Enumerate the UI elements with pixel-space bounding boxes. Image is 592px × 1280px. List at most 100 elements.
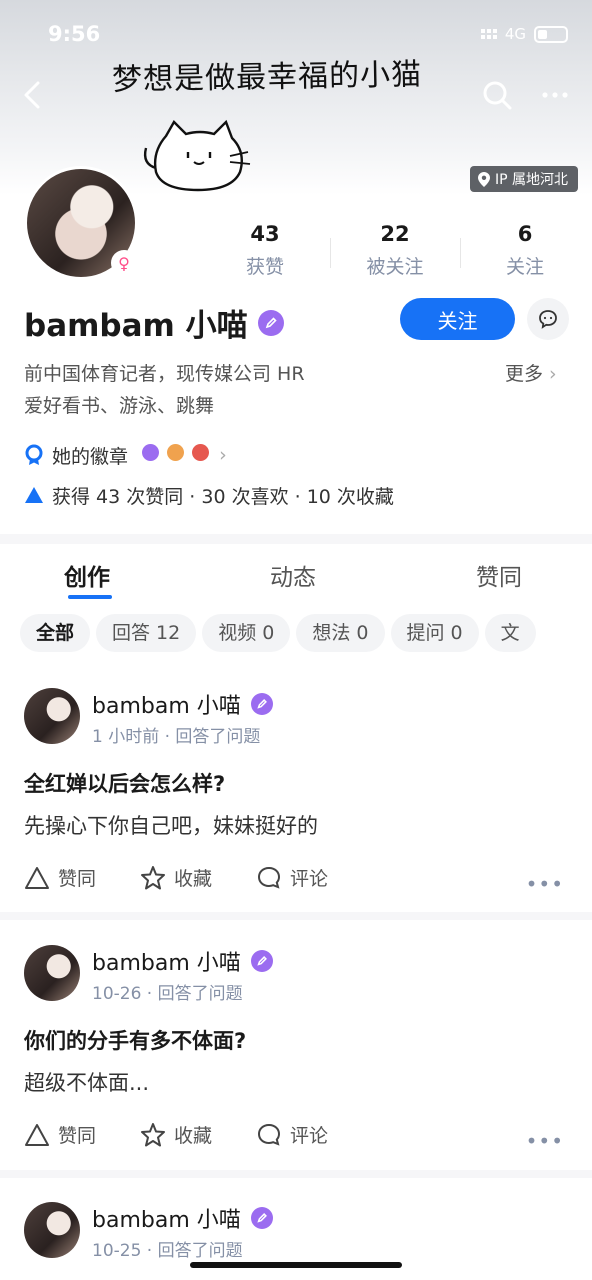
chip-videos[interactable]: 视频 0 (202, 614, 291, 652)
post-author-row: bambam 小喵 (92, 1202, 273, 1234)
medal-badge-icon (192, 444, 210, 461)
star-icon (141, 865, 165, 889)
bio-line: 前中国体育记者，现传媒公司 HR (24, 363, 305, 385)
post-title[interactable]: 你们的分手有多不体面? (24, 1025, 246, 1055)
post-avatar[interactable] (24, 1202, 80, 1258)
chip-articles[interactable]: 文 (484, 614, 536, 652)
verified-pen-badge-icon (250, 1207, 273, 1229)
bio-more-link[interactable]: 更多 › (505, 358, 557, 390)
ip-location-text: IP 属地河北 (495, 172, 569, 188)
cat-doodle-icon (143, 119, 251, 192)
bio-more-label: 更多 (505, 363, 544, 385)
stat-likes-label: 获赞 (245, 256, 284, 278)
post-meta: 1 小时前 · 回答了问题 (92, 727, 261, 747)
verified-pen-badge-icon (250, 950, 273, 972)
comment-bubble-icon (257, 866, 281, 889)
post-author[interactable]: bambam 小喵 (92, 688, 241, 720)
comment-label: 评论 (290, 868, 329, 890)
follow-button[interactable]: 关注 (400, 298, 515, 340)
chat-bubble-icon (539, 310, 557, 329)
stat-following[interactable]: 6 关注 (460, 222, 590, 282)
stat-followers-value: 22 (380, 222, 410, 246)
chevron-right-icon: › (219, 444, 227, 466)
comment-label: 评论 (290, 1125, 329, 1147)
post-more-icon[interactable]: ••• (526, 1129, 564, 1153)
female-gender-icon: ♀ (111, 250, 137, 276)
tab-activity[interactable]: 动态 (270, 558, 316, 592)
star-icon (141, 1122, 165, 1146)
post-author[interactable]: bambam 小喵 (92, 1202, 241, 1234)
verified-pen-badge-icon[interactable] (257, 309, 284, 336)
profile-bio: 前中国体育记者，现传媒公司 HR 爱好看书、游泳、跳舞 (24, 358, 305, 422)
stat-following-label: 关注 (505, 256, 544, 278)
stat-followers-label: 被关注 (366, 256, 424, 278)
post-title[interactable]: 全红婵以后会怎么样? (24, 768, 225, 798)
feed-post[interactable]: bambam 小喵 1 小时前 · 回答了问题 全红婵以后会怎么样? 先操心下你… (0, 688, 592, 908)
bio-line: 爱好看书、游泳、跳舞 (24, 395, 215, 417)
chip-answers[interactable]: 回答 12 (96, 614, 197, 652)
network-label: 4G (504, 25, 526, 43)
collect-button[interactable]: 收藏 (140, 1121, 212, 1148)
comment-bubble-icon (257, 1123, 281, 1146)
status-time: 9:56 (48, 22, 101, 46)
medal-badge-icon (167, 444, 185, 461)
location-pin-icon (478, 171, 490, 187)
verified-pen-badge-icon (250, 693, 273, 715)
medal-ribbon-icon (25, 444, 43, 465)
post-author[interactable]: bambam 小喵 (92, 945, 241, 977)
stat-likes-value: 43 (250, 222, 280, 246)
comment-button[interactable]: 评论 (256, 864, 328, 891)
battery-icon (534, 25, 568, 43)
profile-name-row: bambam 小喵 (24, 300, 284, 345)
post-divider (0, 912, 592, 920)
upvote-outline-icon (25, 866, 49, 889)
status-bar: 9:56 4G (48, 22, 568, 50)
content-tabs: 创作 动态 赞同 (0, 548, 592, 600)
feed-post[interactable]: bambam 小喵 10-26 · 回答了问题 你们的分手有多不体面? 超级不体… (0, 945, 592, 1165)
post-more-icon[interactable]: ••• (526, 872, 564, 896)
medal-badge-icon (142, 444, 160, 461)
post-avatar[interactable] (24, 688, 80, 744)
post-divider (0, 1170, 592, 1178)
collect-label: 收藏 (174, 868, 213, 890)
collect-button[interactable]: 收藏 (140, 864, 212, 891)
more-options-icon[interactable] (540, 80, 570, 110)
post-actions: 赞同 收藏 评论 ••• (24, 864, 568, 896)
post-excerpt[interactable]: 超级不体面... (24, 1067, 149, 1097)
post-actions: 赞同 收藏 评论 ••• (24, 1121, 568, 1153)
tab-creations[interactable]: 创作 (64, 558, 110, 592)
post-meta: 10-25 · 回答了问题 (92, 1241, 243, 1261)
chip-questions[interactable]: 提问 0 (390, 614, 479, 652)
like-label: 赞同 (58, 1125, 97, 1147)
home-indicator[interactable] (190, 1262, 402, 1268)
back-arrow-icon[interactable] (18, 78, 48, 112)
profile-name: bambam 小喵 (24, 308, 248, 344)
chip-thoughts[interactable]: 想法 0 (296, 614, 385, 652)
like-label: 赞同 (58, 868, 97, 890)
search-icon[interactable] (480, 78, 514, 112)
profile-stats: 43 获赞 22 被关注 6 关注 (200, 222, 592, 282)
upvote-triangle-icon (25, 487, 43, 503)
post-avatar[interactable] (24, 945, 80, 1001)
agree-summary-row: 获得 43 次赞同 · 30 次喜欢 · 10 次收藏 (24, 480, 394, 510)
medals-row[interactable]: 她的徽章 › (24, 440, 227, 470)
stat-likes[interactable]: 43 获赞 (200, 222, 330, 282)
ip-location-badge: IP 属地河北 (470, 166, 579, 192)
stat-followers[interactable]: 22 被关注 (330, 222, 460, 282)
collect-label: 收藏 (174, 1125, 213, 1147)
banner-handwriting: 梦想是做最幸福的小猫 (111, 57, 423, 98)
tab-upvoted[interactable]: 赞同 (476, 558, 522, 592)
feed-post[interactable]: bambam 小喵 10-25 · 回答了问题 (0, 1202, 592, 1280)
status-icons: 4G (480, 25, 568, 43)
active-tab-indicator (68, 595, 112, 599)
like-button[interactable]: 赞同 (24, 1121, 96, 1148)
agree-summary: 获得 43 次赞同 · 30 次喜欢 · 10 次收藏 (52, 485, 394, 508)
section-divider (0, 534, 592, 544)
comment-button[interactable]: 评论 (256, 1121, 328, 1148)
medals-label: 她的徽章 (52, 445, 129, 468)
like-button[interactable]: 赞同 (24, 864, 96, 891)
post-excerpt[interactable]: 先操心下你自己吧，妹妹挺好的 (24, 810, 318, 840)
stat-following-value: 6 (517, 222, 533, 246)
message-button[interactable] (527, 298, 569, 340)
chip-all[interactable]: 全部 (20, 614, 91, 652)
